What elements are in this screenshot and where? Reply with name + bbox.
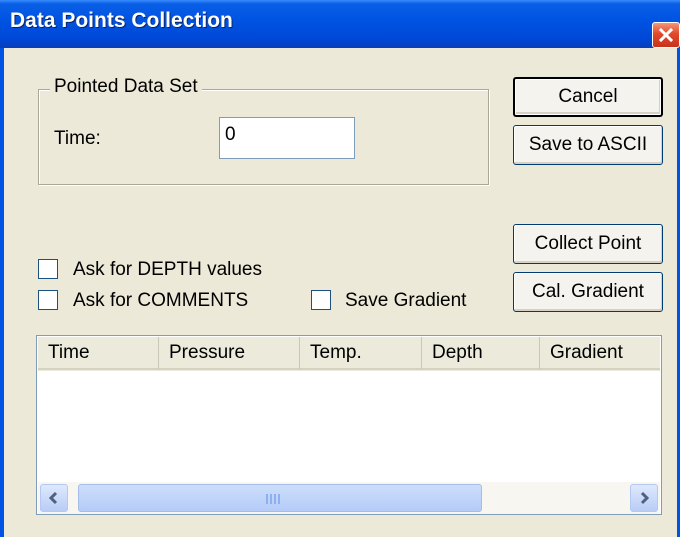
column-header-gradient[interactable]: Gradient <box>540 337 660 370</box>
column-header-pressure[interactable]: Pressure <box>159 337 300 370</box>
collect-point-label: Collect Point <box>534 233 642 254</box>
window-title: Data Points Collection <box>10 9 233 32</box>
cancel-button-label: Cancel <box>558 86 618 107</box>
list-header: Time Pressure Temp. Depth Gradient <box>38 337 660 371</box>
collect-point-button[interactable]: Collect Point <box>513 224 663 264</box>
chevron-right-icon <box>640 491 650 505</box>
ask-depth-checkbox[interactable] <box>38 259 58 279</box>
chevron-left-icon <box>48 491 58 505</box>
column-header-time[interactable]: Time <box>38 337 159 370</box>
cal-gradient-button[interactable]: Cal. Gradient <box>513 272 663 312</box>
data-points-list[interactable]: Time Pressure Temp. Depth Gradient <box>36 335 662 515</box>
group-legend: Pointed Data Set <box>50 76 202 98</box>
horizontal-scrollbar[interactable] <box>38 482 660 514</box>
cal-gradient-label: Cal. Gradient <box>532 281 644 302</box>
save-to-ascii-button[interactable]: Save to ASCII <box>513 125 663 165</box>
dialog-window: Data Points Collection Pointed Data Set … <box>0 0 680 537</box>
column-header-depth[interactable]: Depth <box>422 337 540 370</box>
save-gradient-label[interactable]: Save Gradient <box>345 290 466 312</box>
window-border-left <box>0 48 4 537</box>
scroll-right-button[interactable] <box>630 484 658 512</box>
close-button[interactable] <box>652 22 680 48</box>
time-input[interactable]: 0 <box>219 117 355 159</box>
ask-comments-label[interactable]: Ask for COMMENTS <box>73 290 248 312</box>
save-to-ascii-label: Save to ASCII <box>528 134 648 155</box>
time-label: Time: <box>54 128 101 149</box>
scroll-thumb[interactable] <box>78 484 482 512</box>
column-header-temp[interactable]: Temp. <box>300 337 422 370</box>
scroll-grip-icon <box>266 494 282 504</box>
save-gradient-checkbox[interactable] <box>311 290 331 310</box>
cancel-button[interactable]: Cancel <box>513 77 663 117</box>
title-bar[interactable]: Data Points Collection <box>0 0 680 48</box>
close-icon <box>658 27 674 43</box>
ask-depth-label[interactable]: Ask for DEPTH values <box>73 259 262 281</box>
ask-comments-checkbox[interactable] <box>38 290 58 310</box>
scroll-left-button[interactable] <box>40 484 68 512</box>
